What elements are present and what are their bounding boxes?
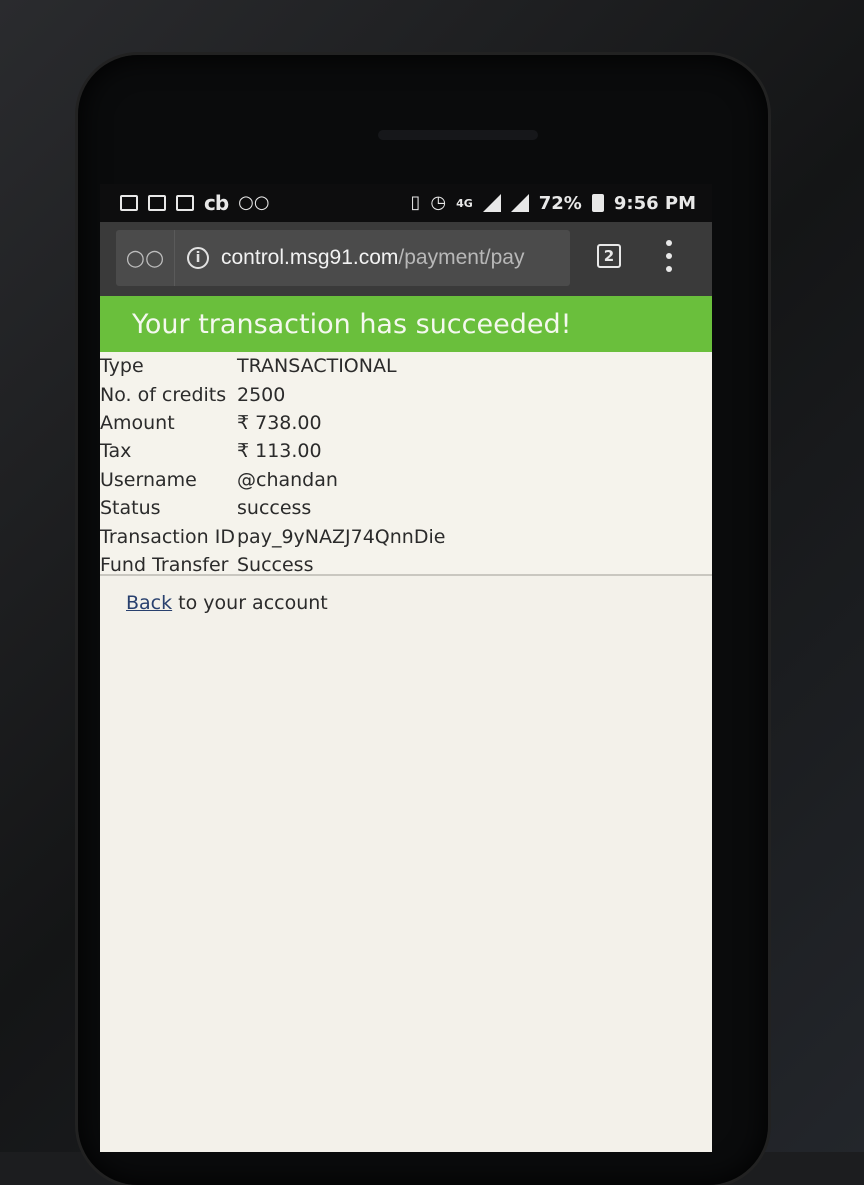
tab-switcher-button[interactable]: 2	[597, 244, 621, 268]
network-type: 4G	[456, 196, 473, 210]
overflow-menu-icon[interactable]	[662, 240, 676, 272]
row-value: pay_9yNAZJ74QnnDie	[237, 525, 446, 548]
signal-icon-2	[510, 194, 529, 212]
url-host: control.msg91.com	[221, 246, 399, 269]
vibrate-icon: ▯	[410, 192, 421, 213]
row-label: Fund Transfer	[100, 553, 229, 576]
table-row: Username @chandan	[100, 466, 712, 494]
phone-speaker	[378, 130, 538, 140]
phone-screen: cb ○○ ▯ ◷ 4G 72% 9:56 PM ○○ i control.ms…	[100, 184, 712, 1152]
row-value: TRANSACTIONAL	[237, 355, 397, 378]
incognito-icon: ○○	[238, 192, 270, 213]
row-label: Amount	[100, 411, 175, 434]
transaction-details-table: Type TRANSACTIONAL No. of credits 2500 A…	[100, 352, 712, 576]
url-text[interactable]: control.msg91.com/payment/pay	[221, 246, 566, 270]
table-row: Transaction ID pay_9yNAZJ74QnnDie	[100, 522, 712, 550]
row-label: No. of credits	[100, 383, 227, 406]
url-path: /payment/pay	[398, 246, 525, 269]
row-value: 2500	[237, 383, 286, 406]
row-label: Status	[100, 497, 161, 520]
row-label: Type	[100, 355, 144, 378]
row-label: Transaction ID	[100, 525, 235, 548]
battery-percent: 72%	[538, 192, 582, 214]
status-bar: cb ○○ ▯ ◷ 4G 72% 9:56 PM	[100, 184, 712, 222]
clock: 9:56 PM	[613, 192, 696, 214]
table-row: Tax ₹ 113.00	[100, 437, 712, 465]
table-row: No. of credits 2500	[100, 380, 712, 408]
back-to-account: Back to your account	[126, 592, 328, 614]
incognito-icon: ○○	[116, 230, 175, 286]
table-row: Amount ₹ 738.00	[100, 409, 712, 437]
browser-toolbar: ○○ i control.msg91.com/payment/pay 2	[100, 222, 712, 296]
table-row: Fund Transfer Success	[100, 551, 712, 579]
address-bar[interactable]: ○○ i control.msg91.com/payment/pay	[116, 230, 570, 286]
row-value: success	[237, 497, 312, 520]
table-row: Status success	[100, 494, 712, 522]
row-label: Tax	[100, 440, 132, 463]
row-value: ₹ 113.00	[237, 440, 322, 463]
cb-icon: cb	[204, 191, 229, 215]
success-banner: Your transaction has succeeded!	[100, 296, 712, 352]
back-link[interactable]: Back	[126, 592, 172, 614]
alarm-icon: ◷	[430, 192, 447, 213]
gallery-icon	[120, 195, 138, 211]
row-value: ₹ 738.00	[237, 411, 322, 434]
system-icons: ▯ ◷ 4G 72% 9:56 PM	[410, 193, 696, 214]
signal-icon	[482, 194, 501, 212]
notification-icons: cb ○○	[120, 193, 270, 213]
row-value: @chandan	[237, 468, 338, 491]
outlook-icon	[176, 195, 194, 211]
back-suffix: to your account	[172, 592, 328, 614]
battery-icon	[591, 194, 604, 212]
news-icon	[148, 195, 166, 211]
info-icon[interactable]: i	[187, 247, 209, 269]
table-row: Type TRANSACTIONAL	[100, 352, 712, 380]
row-label: Username	[100, 468, 197, 491]
row-value: Success	[237, 553, 314, 576]
